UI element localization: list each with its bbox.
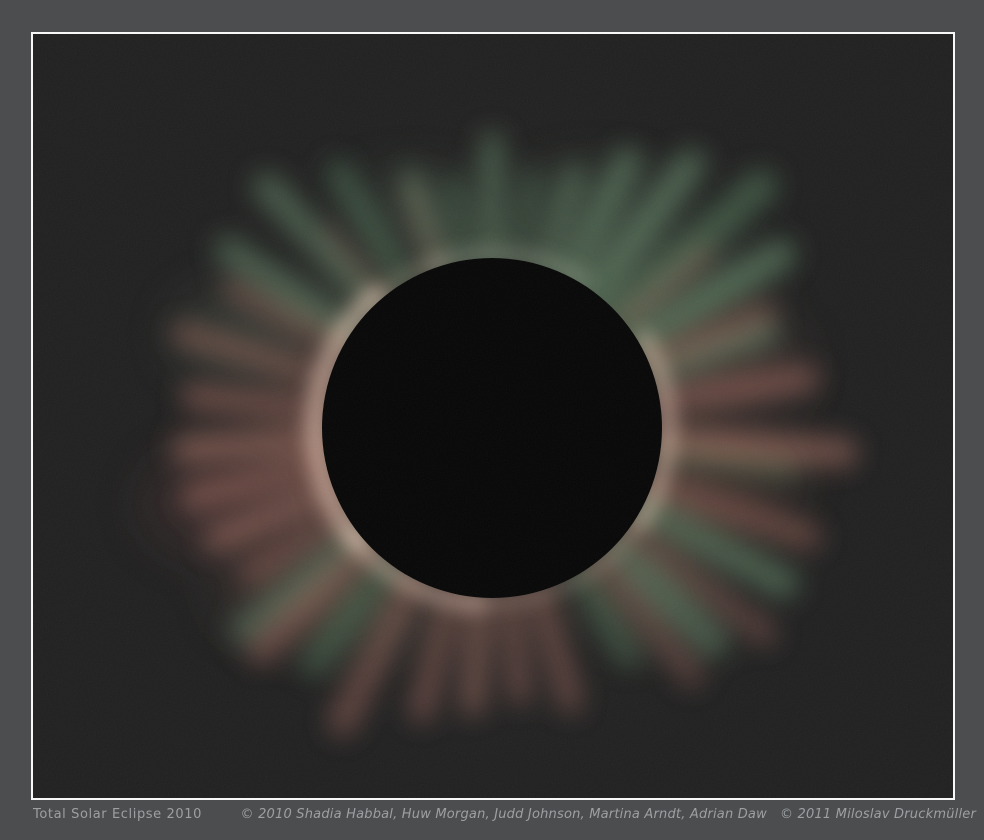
photo-title: Total Solar Eclipse 2010 (33, 807, 202, 822)
eclipse-photo (33, 34, 953, 798)
caption: Total Solar Eclipse 2010 © 2010 Shadia H… (33, 807, 976, 822)
photo-frame (31, 32, 955, 800)
page: Total Solar Eclipse 2010 © 2010 Shadia H… (0, 0, 984, 840)
credit-2010: © 2010 Shadia Habbal, Huw Morgan, Judd J… (241, 807, 767, 822)
photo-credit: © 2010 Shadia Habbal, Huw Morgan, Judd J… (241, 807, 976, 822)
credit-2011: © 2011 Miloslav Druckmüller (780, 807, 976, 822)
film-grain-dark (33, 34, 953, 798)
